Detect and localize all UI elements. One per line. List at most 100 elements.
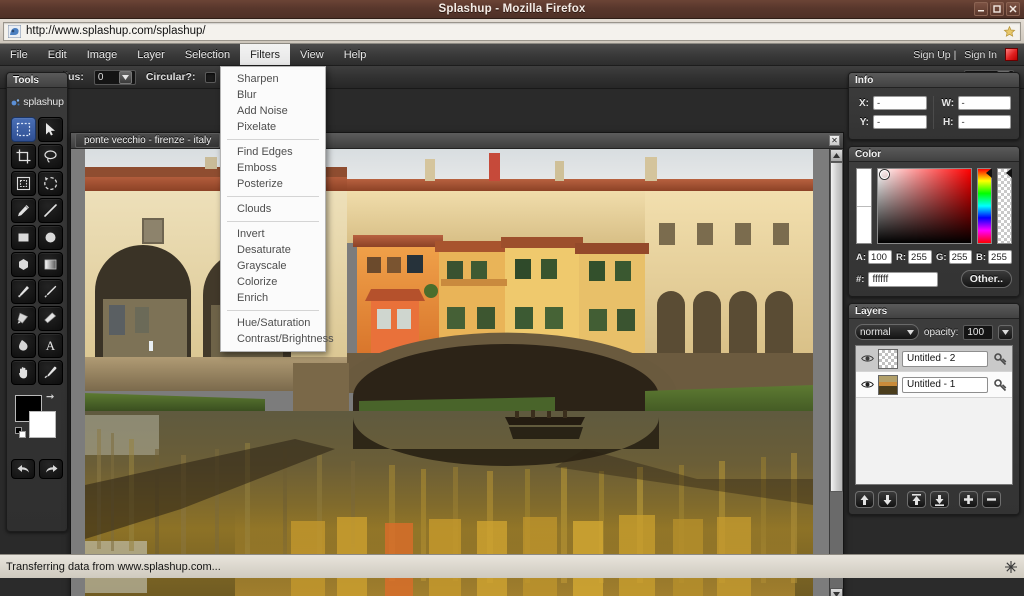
move-layer-down-button[interactable] bbox=[878, 491, 897, 508]
opacity-dropdown-icon[interactable] bbox=[998, 325, 1013, 340]
alpha-input[interactable]: 100 bbox=[868, 250, 892, 264]
delete-layer-button[interactable] bbox=[982, 491, 1001, 508]
add-layer-button[interactable] bbox=[959, 491, 978, 508]
swap-colors-icon[interactable] bbox=[45, 393, 55, 403]
layer-effects-icon[interactable] bbox=[992, 352, 1008, 366]
tool-polygon-shape[interactable] bbox=[11, 252, 36, 277]
move-layer-to-top-button[interactable] bbox=[907, 491, 926, 508]
tool-airbrush[interactable] bbox=[38, 279, 63, 304]
info-value-h[interactable]: - bbox=[958, 115, 1012, 129]
menu-item-hue-saturation[interactable]: Hue/Saturation bbox=[221, 315, 325, 331]
tool-hand[interactable] bbox=[11, 360, 36, 385]
tool-magic-wand[interactable] bbox=[38, 171, 63, 196]
document-close-icon[interactable]: ✕ bbox=[829, 135, 840, 146]
layer-visibility-icon[interactable] bbox=[860, 380, 874, 389]
menu-help[interactable]: Help bbox=[334, 44, 377, 65]
sign-up-link[interactable]: Sign Up | bbox=[913, 49, 956, 61]
canvas-photo[interactable] bbox=[85, 149, 813, 596]
tool-clone-stamp[interactable] bbox=[11, 306, 36, 331]
tool-eyedropper[interactable] bbox=[38, 360, 63, 385]
menu-selection[interactable]: Selection bbox=[175, 44, 240, 65]
menu-item-grayscale[interactable]: Grayscale bbox=[221, 258, 325, 274]
scrollbar-thumb[interactable] bbox=[830, 162, 843, 492]
table-row[interactable]: Untitled - 2 bbox=[856, 346, 1012, 372]
menu-edit[interactable]: Edit bbox=[38, 44, 77, 65]
move-layer-to-bottom-button[interactable] bbox=[930, 491, 949, 508]
table-row[interactable]: Untitled - 1 bbox=[856, 372, 1012, 398]
address-bar[interactable]: http://www.splashup.com/splashup/ bbox=[3, 22, 1021, 41]
tool-crop[interactable] bbox=[11, 144, 36, 169]
blend-mode-select[interactable]: normal bbox=[855, 324, 919, 340]
menu-image[interactable]: Image bbox=[77, 44, 128, 65]
image-canvas[interactable] bbox=[71, 149, 829, 596]
menu-filters[interactable]: Filters bbox=[240, 44, 290, 65]
tool-smudge[interactable] bbox=[11, 333, 36, 358]
menu-item-desaturate[interactable]: Desaturate bbox=[221, 242, 325, 258]
tool-move-pointer[interactable] bbox=[38, 117, 63, 142]
undo-button[interactable] bbox=[11, 459, 35, 479]
chevron-down-icon[interactable] bbox=[119, 71, 132, 84]
reset-colors-icon[interactable] bbox=[15, 427, 26, 438]
bookmark-star-icon[interactable] bbox=[1003, 25, 1016, 38]
tool-pencil[interactable] bbox=[11, 198, 36, 223]
layer-thumbnail[interactable] bbox=[878, 375, 898, 395]
hue-marker-icon[interactable] bbox=[986, 168, 992, 178]
tool-lasso[interactable] bbox=[38, 144, 63, 169]
menu-item-invert[interactable]: Invert bbox=[221, 226, 325, 242]
sv-cursor-icon[interactable] bbox=[880, 170, 889, 179]
tool-rectangular-select[interactable] bbox=[11, 171, 36, 196]
blue-input[interactable]: 255 bbox=[988, 250, 1012, 264]
menu-item-emboss[interactable]: Emboss bbox=[221, 160, 325, 176]
alpha-marker-icon[interactable] bbox=[1006, 168, 1012, 178]
layer-visibility-icon[interactable] bbox=[860, 354, 874, 363]
menu-layer[interactable]: Layer bbox=[127, 44, 175, 65]
menu-item-sharpen[interactable]: Sharpen bbox=[221, 71, 325, 87]
move-layer-up-button[interactable] bbox=[855, 491, 874, 508]
info-value-y[interactable]: - bbox=[873, 115, 927, 129]
corner-radius-input[interactable]: 0 bbox=[94, 70, 136, 85]
menu-item-enrich[interactable]: Enrich bbox=[221, 290, 325, 306]
layer-thumbnail[interactable] bbox=[878, 349, 898, 369]
info-value-w[interactable]: - bbox=[958, 96, 1012, 110]
tool-eraser[interactable] bbox=[38, 306, 63, 331]
tool-gradient[interactable] bbox=[38, 252, 63, 277]
menu-item-contrast-brightness[interactable]: Contrast/Brightness bbox=[221, 331, 325, 347]
menu-item-blur[interactable]: Blur bbox=[221, 87, 325, 103]
hex-input[interactable]: ffffff bbox=[868, 272, 938, 287]
background-color-swatch[interactable] bbox=[29, 411, 56, 438]
document-tab-title[interactable]: ponte vecchio - firenze - italy bbox=[75, 133, 220, 148]
redo-button[interactable] bbox=[39, 459, 63, 479]
tool-ellipse-shape[interactable] bbox=[38, 225, 63, 250]
sign-in-link[interactable]: Sign In bbox=[964, 49, 997, 61]
menu-view[interactable]: View bbox=[290, 44, 334, 65]
layers-list[interactable]: Untitled - 2 bbox=[855, 345, 1013, 485]
minimize-icon[interactable] bbox=[974, 2, 988, 16]
menu-item-posterize[interactable]: Posterize bbox=[221, 176, 325, 192]
tool-line[interactable] bbox=[38, 198, 63, 223]
menu-file[interactable]: File bbox=[0, 44, 38, 65]
opacity-input[interactable]: 100 bbox=[963, 325, 992, 340]
red-input[interactable]: 255 bbox=[908, 250, 932, 264]
hue-slider[interactable] bbox=[977, 168, 992, 244]
maximize-icon[interactable] bbox=[990, 2, 1004, 16]
tool-rectangle-shape[interactable] bbox=[11, 225, 36, 250]
scroll-up-icon[interactable] bbox=[830, 149, 843, 162]
close-icon[interactable] bbox=[1006, 2, 1020, 16]
other-color-button[interactable]: Other.. bbox=[961, 270, 1012, 288]
menu-item-add-noise[interactable]: Add Noise bbox=[221, 103, 325, 119]
layer-name-input[interactable]: Untitled - 2 bbox=[902, 351, 988, 367]
tool-text[interactable]: A bbox=[38, 333, 63, 358]
layer-effects-icon[interactable] bbox=[992, 378, 1008, 392]
menu-item-pixelate[interactable]: Pixelate bbox=[221, 119, 325, 135]
green-input[interactable]: 255 bbox=[949, 250, 972, 264]
tool-marquee-select[interactable] bbox=[11, 117, 36, 142]
canvas-vertical-scrollbar[interactable] bbox=[829, 149, 843, 596]
tool-paintbrush[interactable] bbox=[11, 279, 36, 304]
scrollbar-track[interactable] bbox=[830, 162, 843, 588]
menu-item-clouds[interactable]: Clouds bbox=[221, 201, 325, 217]
menu-item-colorize[interactable]: Colorize bbox=[221, 274, 325, 290]
circular-checkbox[interactable] bbox=[205, 72, 216, 83]
saturation-value-field[interactable] bbox=[877, 168, 972, 244]
menu-item-find-edges[interactable]: Find Edges bbox=[221, 144, 325, 160]
info-value-x[interactable]: - bbox=[873, 96, 927, 110]
